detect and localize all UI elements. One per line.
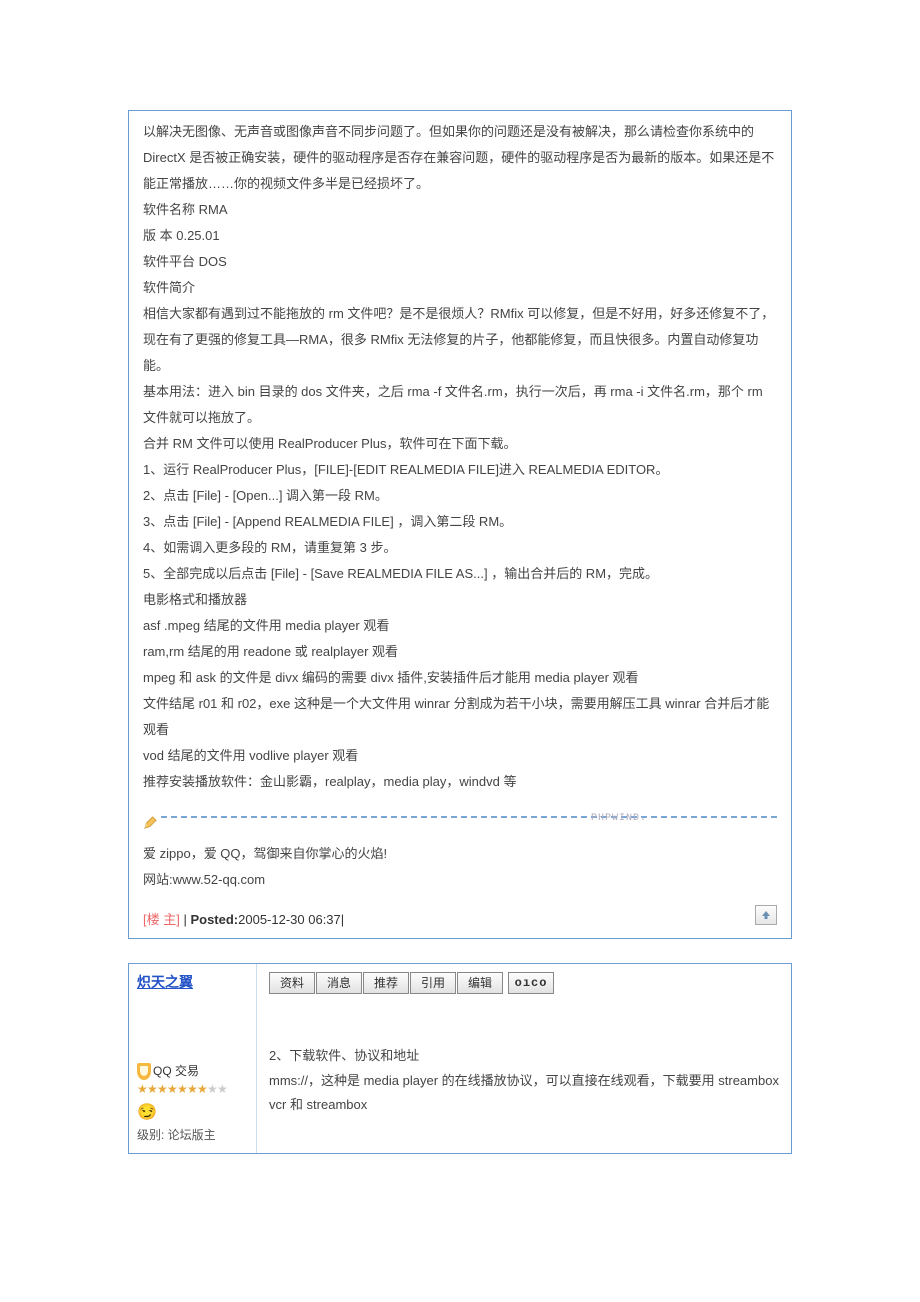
user-title: QQ 交易 — [153, 1064, 199, 1078]
post-line: 以解决无图像、无声音或图像声音不同步问题了。但如果你的问题还是没有被解决，那么请… — [143, 119, 777, 197]
signature-divider: PHPWIND. — [143, 809, 777, 829]
post-line: mpeg 和 ask 的文件是 divx 编码的需要 divx 插件,安装插件后… — [143, 665, 777, 691]
post-line: ram,rm 结尾的用 readone 或 realplayer 观看 — [143, 639, 777, 665]
post-line: 相信大家都有遇到过不能拖放的 rm 文件吧？是不是很烦人？RMfix 可以修复，… — [143, 301, 777, 379]
post-container: 以解决无图像、无声音或图像声音不同步问题了。但如果你的问题还是没有被解决，那么请… — [128, 110, 792, 939]
post-line: asf .mpeg 结尾的文件用 media player 观看 — [143, 613, 777, 639]
shield-icon — [137, 1063, 151, 1080]
post-line: 推荐安装播放软件：金山影霸，realplay，media play，windvd… — [143, 769, 777, 795]
post-body: 以解决无图像、无声音或图像声音不同步问题了。但如果你的问题还是没有被解决，那么请… — [129, 111, 791, 841]
post-line: 版 本 0.25.01 — [143, 223, 777, 249]
user-panel: 炽天之翼 QQ 交易 ★★★★★★★★★ 😏 级别: 论坛版主 — [129, 964, 257, 1153]
mood-icon: 😏 — [137, 1102, 248, 1122]
reply-line: 2、下载软件、协议和地址 — [269, 1044, 779, 1069]
pencil-icon — [143, 811, 157, 839]
post-line: 软件平台 DOS — [143, 249, 777, 275]
post-line: 文件结尾 r01 和 r02，exe 这种是一个大文件用 winrar 分割成为… — [143, 691, 777, 743]
message-button[interactable]: 消息 — [316, 972, 362, 994]
post-line: 2、点击 [File] - [Open...] 调入第一段 RM。 — [143, 483, 777, 509]
posted-label: Posted: — [190, 912, 238, 927]
post-line: 1、运行 RealProducer Plus，[FILE]-[EDIT REAL… — [143, 457, 777, 483]
profile-button[interactable]: 资料 — [269, 972, 315, 994]
user-stars: ★★★★★★★★★ — [137, 1082, 248, 1098]
post-line: 软件名称 RMA — [143, 197, 777, 223]
quote-button[interactable]: 引用 — [410, 972, 456, 994]
user-title-row: QQ 交易 — [137, 1062, 248, 1080]
posted-timestamp: 2005-12-30 06:37| — [238, 912, 344, 927]
post-line: vod 结尾的文件用 vodlive player 观看 — [143, 743, 777, 769]
action-button-row: 资料消息推荐引用编辑 oıco — [269, 972, 779, 994]
star-icon: ★ — [217, 1082, 229, 1094]
signature-line: 爱 zippo，爱 QQ，驾御来自你掌心的火焰! — [143, 841, 777, 867]
username-link[interactable]: 炽天之翼 — [137, 972, 248, 992]
arrow-up-icon — [761, 910, 771, 920]
post-line: 基本用法：进入 bin 目录的 dos 文件夹，之后 rma -f 文件名.rm… — [143, 379, 777, 431]
post-line: 软件简介 — [143, 275, 777, 301]
post-line: 3、点击 [File] - [Append REALMEDIA FILE] ，调… — [143, 509, 777, 535]
reply-line: mms://，这种是 media player 的在线播放协议，可以直接在线观看… — [269, 1069, 779, 1118]
reply-container: 炽天之翼 QQ 交易 ★★★★★★★★★ 😏 级别: 论坛版主 资料消息推荐引用… — [128, 963, 792, 1154]
reply-right-panel: 资料消息推荐引用编辑 oıco 2、下载软件、协议和地址 mms://，这种是 … — [257, 964, 791, 1153]
footer-sep: | — [180, 912, 191, 927]
floor-label[interactable]: [楼 主] — [143, 912, 180, 927]
oico-button[interactable]: oıco — [508, 972, 555, 994]
user-level: 级别: 论坛版主 — [137, 1126, 248, 1143]
post-line: 4、如需调入更多段的 RM，请重复第 3 步。 — [143, 535, 777, 561]
post-line: 合并 RM 文件可以使用 RealProducer Plus，软件可在下面下载。 — [143, 431, 777, 457]
post-footer: [楼 主] | Posted:2005-12-30 06:37| — [129, 903, 791, 938]
avatar — [137, 1000, 248, 1060]
edit-button[interactable]: 编辑 — [457, 972, 503, 994]
post-line: 5、全部完成以后点击 [File] - [Save REALMEDIA FILE… — [143, 561, 777, 587]
recommend-button[interactable]: 推荐 — [363, 972, 409, 994]
post-line: 电影格式和播放器 — [143, 587, 777, 613]
signature-block: 爱 zippo，爱 QQ，驾御来自你掌心的火焰! 网站:www.52-qq.co… — [129, 841, 791, 903]
scroll-top-button[interactable] — [755, 905, 777, 925]
reply-body: 2、下载软件、协议和地址 mms://，这种是 media player 的在线… — [269, 1002, 779, 1118]
signature-line: 网站:www.52-qq.com — [143, 867, 777, 893]
phpwind-brand: PHPWIND. — [591, 809, 647, 829]
